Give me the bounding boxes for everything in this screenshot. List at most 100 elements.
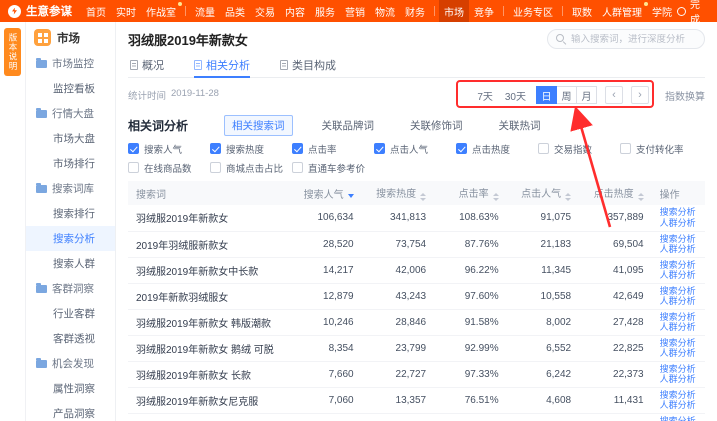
search-analysis-link[interactable]: 搜索分析 bbox=[660, 416, 697, 421]
cell-click-heat: 16,105 bbox=[579, 413, 652, 421]
search-input[interactable] bbox=[571, 34, 696, 45]
analysis-tab[interactable]: 类目构成 bbox=[280, 52, 336, 77]
search-analysis-link[interactable]: 搜索分析 bbox=[660, 338, 697, 349]
nav-item[interactable]: 学院 bbox=[647, 0, 677, 22]
sidebar-item[interactable]: 搜索排行 bbox=[26, 201, 115, 226]
search-analysis-link[interactable]: 搜索分析 bbox=[660, 312, 697, 323]
metric-checkbox[interactable]: 支付转化率 bbox=[620, 142, 702, 156]
related-word-tab[interactable]: 关联品牌词 bbox=[315, 116, 382, 135]
sidebar-item[interactable]: 市场排行 bbox=[26, 151, 115, 176]
sidebar-item[interactable]: 市场监控 bbox=[26, 51, 115, 76]
cell-search-popularity: 12,879 bbox=[289, 283, 362, 309]
date-range-button[interactable]: 30天 bbox=[503, 86, 528, 105]
search-analysis-link[interactable]: 搜索分析 bbox=[660, 364, 697, 375]
search-analysis-link[interactable]: 搜索分析 bbox=[660, 207, 697, 218]
sidebar-item[interactable]: 属性洞察 bbox=[26, 376, 115, 401]
cell-search-heat: 22,727 bbox=[362, 361, 435, 387]
date-unit-button[interactable]: 日 bbox=[536, 86, 557, 104]
sidebar-item[interactable]: 监控看板 bbox=[26, 76, 115, 101]
index-conversion-link[interactable]: 指数换算 bbox=[665, 88, 705, 103]
nav-item[interactable]: 竞争 bbox=[469, 0, 499, 22]
col-search-popularity[interactable]: 搜索人气 bbox=[289, 181, 362, 205]
col-click-heat[interactable]: 点击热度 bbox=[579, 181, 652, 205]
version-note-tag[interactable]: 版本说明 bbox=[4, 28, 21, 76]
metric-checkbox[interactable]: 点击热度 bbox=[456, 142, 538, 156]
crowd-analysis-link[interactable]: 人群分析 bbox=[660, 400, 697, 411]
crowd-analysis-link[interactable]: 人群分析 bbox=[660, 244, 697, 255]
metric-checkbox[interactable]: 交易指数 bbox=[538, 142, 620, 156]
nav-item[interactable]: 品类 bbox=[220, 0, 250, 22]
metric-checkbox[interactable]: 商城点击占比 bbox=[210, 161, 292, 175]
cell-search-popularity: 10,246 bbox=[289, 309, 362, 335]
logo[interactable]: 生意参谋 bbox=[0, 0, 81, 22]
metric-checkbox[interactable]: 搜索热度 bbox=[210, 142, 292, 156]
related-word-tab[interactable]: 关联热词 bbox=[492, 116, 548, 135]
col-search-heat[interactable]: 搜索热度 bbox=[362, 181, 435, 205]
sidebar-item[interactable]: 机会发现 bbox=[26, 351, 115, 376]
cell-click-rate: 97.33% bbox=[434, 361, 507, 387]
nav-item[interactable]: 财务 bbox=[400, 0, 430, 22]
nav-item[interactable]: 首页 bbox=[81, 0, 111, 22]
search-analysis-link[interactable]: 搜索分析 bbox=[660, 286, 697, 297]
sidebar-item[interactable]: 客群洞察 bbox=[26, 276, 115, 301]
prev-date-button[interactable]: ‹ bbox=[605, 86, 623, 104]
metric-checkbox[interactable]: 点击率 bbox=[292, 142, 374, 156]
nav-item[interactable]: 市场 bbox=[439, 0, 469, 22]
crowd-analysis-link[interactable]: 人群分析 bbox=[660, 322, 697, 333]
crowd-analysis-link[interactable]: 人群分析 bbox=[660, 296, 697, 307]
sidebar-item[interactable]: 行业客群 bbox=[26, 301, 115, 326]
checkbox-icon bbox=[128, 162, 139, 173]
cell-search-term: 羽绒服2019年新款女 鹅绒 可脱 bbox=[128, 335, 289, 361]
nav-item[interactable]: 内容 bbox=[280, 0, 310, 22]
topbar-right-action[interactable]: 完成 bbox=[677, 0, 717, 22]
analysis-tab[interactable]: 概况 bbox=[130, 52, 164, 77]
search-analysis-link[interactable]: 搜索分析 bbox=[660, 260, 697, 271]
sidebar-item[interactable]: 产品洞察 bbox=[26, 401, 115, 421]
nav-item[interactable]: 实时 bbox=[111, 0, 141, 22]
metric-checkbox[interactable]: 点击人气 bbox=[374, 142, 456, 156]
sidebar-item[interactable]: 行情大盘 bbox=[26, 101, 115, 126]
nav-item[interactable]: 作战室 bbox=[141, 0, 181, 22]
related-word-tab[interactable]: 关联修饰词 bbox=[403, 116, 470, 135]
cell-click-heat: 22,825 bbox=[579, 335, 652, 361]
nav-item[interactable]: 流量 bbox=[190, 0, 220, 22]
crowd-analysis-link[interactable]: 人群分析 bbox=[660, 218, 697, 229]
nav-item[interactable]: 交易 bbox=[250, 0, 280, 22]
search-analysis-link[interactable]: 搜索分析 bbox=[660, 390, 697, 401]
search-analysis-link[interactable]: 搜索分析 bbox=[660, 234, 697, 245]
next-date-button[interactable]: › bbox=[631, 86, 649, 104]
nav-item[interactable]: 业务专区 bbox=[508, 0, 558, 22]
table-body: 羽绒服2019年新款女 106,634 341,813 108.63% 91,0… bbox=[128, 205, 705, 421]
date-range-button[interactable]: 7天 bbox=[475, 86, 495, 105]
nav-item[interactable]: 服务 bbox=[310, 0, 340, 22]
related-words-section-header: 相关词分析 相关搜索词 关联品牌词 关联修饰词 关联热词 bbox=[128, 112, 705, 138]
crowd-analysis-link[interactable]: 人群分析 bbox=[660, 270, 697, 281]
crowd-analysis-link[interactable]: 人群分析 bbox=[660, 374, 697, 385]
col-click-popularity[interactable]: 点击人气 bbox=[507, 181, 580, 205]
sidebar-item[interactable]: 市场大盘 bbox=[26, 126, 115, 151]
metric-checkbox[interactable]: 搜索人气 bbox=[128, 142, 210, 156]
sidebar: 市场 市场监控 监控看板 行情大盘 bbox=[26, 22, 116, 421]
sidebar-item[interactable]: 搜索词库 bbox=[26, 176, 115, 201]
sidebar-item[interactable]: 客群透视 bbox=[26, 326, 115, 351]
sort-icon bbox=[493, 193, 499, 201]
keyword-search-box[interactable] bbox=[547, 29, 705, 49]
related-word-tab[interactable]: 相关搜索词 bbox=[224, 115, 293, 136]
metric-checkbox[interactable]: 在线商品数 bbox=[128, 161, 210, 175]
nav-item[interactable]: 营销 bbox=[340, 0, 370, 22]
nav-item[interactable]: 取数 bbox=[567, 0, 597, 22]
date-unit-button[interactable]: 月 bbox=[576, 86, 597, 104]
col-click-rate[interactable]: 点击率 bbox=[434, 181, 507, 205]
analysis-tab[interactable]: 相关分析 bbox=[194, 52, 250, 77]
date-unit-button[interactable]: 周 bbox=[556, 86, 577, 104]
cell-search-popularity: 106,634 bbox=[289, 205, 362, 231]
sidebar-item[interactable]: 搜索分析 bbox=[26, 226, 115, 251]
nav-item[interactable]: 物流 bbox=[370, 0, 400, 22]
crowd-analysis-link[interactable]: 人群分析 bbox=[660, 348, 697, 359]
sidebar-item-label: 搜索排行 bbox=[53, 206, 95, 221]
nav-item[interactable]: 人群管理 bbox=[597, 0, 647, 22]
cell-actions: 搜索分析 人群分析 bbox=[652, 387, 705, 413]
sidebar-item[interactable]: 搜索人群 bbox=[26, 251, 115, 276]
metric-checkbox[interactable]: 直通车参考价 bbox=[292, 161, 374, 175]
metric-label: 在线商品数 bbox=[144, 161, 192, 175]
